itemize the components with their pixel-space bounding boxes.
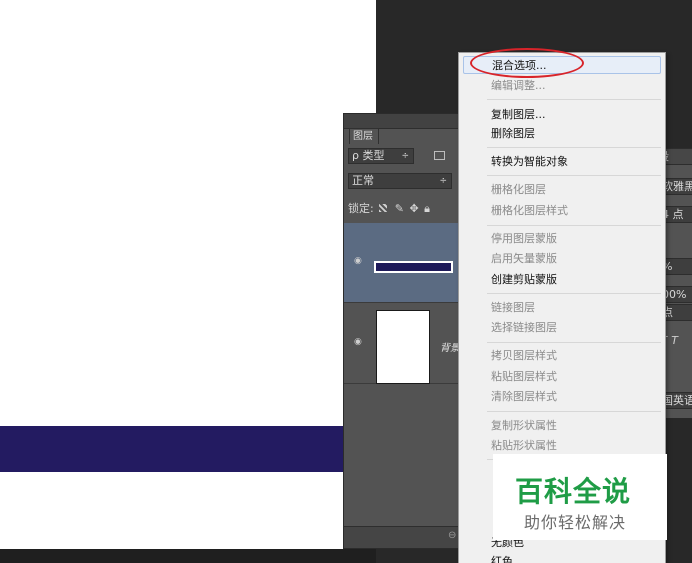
dropdown-arrow-icon: ÷ (401, 151, 409, 161)
layer-thumbnail (376, 310, 430, 384)
menu-item-link-layers[interactable]: 链接图层 (491, 299, 535, 317)
menu-separator (487, 175, 661, 176)
brush-icon[interactable]: ✎ (395, 202, 404, 215)
dropdown-arrow-icon: ÷ (439, 176, 447, 186)
menu-separator (487, 342, 661, 343)
watermark-title: 百科全说 (515, 475, 632, 508)
layer-filter-dropdown[interactable]: ρ 类型 ÷ (348, 148, 414, 164)
filter-label: ρ 类型 (352, 149, 385, 162)
menu-item-delete-layer[interactable]: 删除图层 (491, 125, 535, 143)
watermark: 百科全说 助你轻松解决 (493, 454, 667, 540)
lock-label: 锁定: (348, 202, 374, 215)
layer-row-shape[interactable]: ◉ (344, 223, 472, 303)
menu-item-clear-layer-style[interactable]: 清除图层样式 (491, 388, 557, 406)
watermark-subtitle: 助你轻松解决 (524, 513, 627, 532)
layers-panel-header (344, 114, 472, 129)
menu-separator (487, 225, 661, 226)
blend-mode-dropdown[interactable]: 正常 ÷ (348, 173, 452, 189)
menu-item-create-clipping-mask[interactable]: 创建剪贴蒙版 (491, 271, 557, 289)
blend-mode-value: 正常 (352, 174, 374, 187)
link-layers-icon[interactable]: ⊖ (448, 530, 456, 541)
lock-icon[interactable]: 🔒︎ (424, 202, 430, 215)
menu-item-disable-layer-mask[interactable]: 停用图层蒙版 (491, 230, 557, 248)
menu-separator (487, 99, 661, 100)
highlight-circle (470, 48, 584, 78)
menu-item-paste-shape-attributes[interactable]: 粘贴形状属性 (491, 437, 557, 455)
menu-separator (487, 411, 661, 412)
canvas-bottom-area (0, 549, 376, 563)
menu-item-edit-adjustment[interactable]: 编辑调整... (491, 77, 546, 95)
move-icon[interactable]: ✥ (409, 202, 418, 215)
tab-layers[interactable]: 图层 (349, 128, 379, 144)
menu-item-enable-vector-mask[interactable]: 启用矢量蒙版 (491, 250, 557, 268)
menu-item-select-linked-layers[interactable]: 选择链接图层 (491, 319, 557, 337)
menu-item-copy-shape-attributes[interactable]: 复制形状属性 (491, 417, 557, 435)
menu-item-convert-smart-object[interactable]: 转换为智能对象 (491, 153, 568, 171)
menu-item-rasterize-layer[interactable]: 栅格化图层 (491, 181, 546, 199)
layers-panel-footer: ⊖ (344, 526, 472, 548)
layers-panel: 图层 ρ 类型 ÷ 正常 ÷ 锁定: ✎ ✥ 🔒︎ ◉ ◉ 背景 ⊖ (343, 113, 473, 549)
layer-row-background[interactable]: ◉ 背景 (344, 304, 472, 384)
canvas-stripe-shape (0, 426, 376, 472)
lock-transparent-icon[interactable] (379, 204, 388, 212)
menu-item-rasterize-layer-style[interactable]: 栅格化图层样式 (491, 202, 568, 220)
document-canvas[interactable] (0, 0, 376, 549)
menu-separator (487, 293, 661, 294)
font-family-value: 软雅黑 (662, 180, 692, 193)
visibility-eye-icon[interactable]: ◉ (354, 257, 364, 266)
menu-item-paste-layer-style[interactable]: 粘贴图层样式 (491, 368, 557, 386)
layer-name: 背景 (440, 343, 460, 354)
visibility-eye-icon[interactable]: ◉ (354, 338, 364, 347)
image-filter-icon[interactable] (434, 151, 445, 160)
language-value: 国英语 (662, 394, 692, 407)
menu-item-red[interactable]: 红色 (491, 553, 513, 563)
layer-thumbnail (374, 261, 453, 273)
menu-item-copy-layer-style[interactable]: 拷贝图层样式 (491, 347, 557, 365)
menu-item-duplicate-layer[interactable]: 复制图层... (491, 106, 546, 124)
menu-separator (487, 147, 661, 148)
lock-row: 锁定: ✎ ✥ 🔒︎ (348, 200, 472, 218)
